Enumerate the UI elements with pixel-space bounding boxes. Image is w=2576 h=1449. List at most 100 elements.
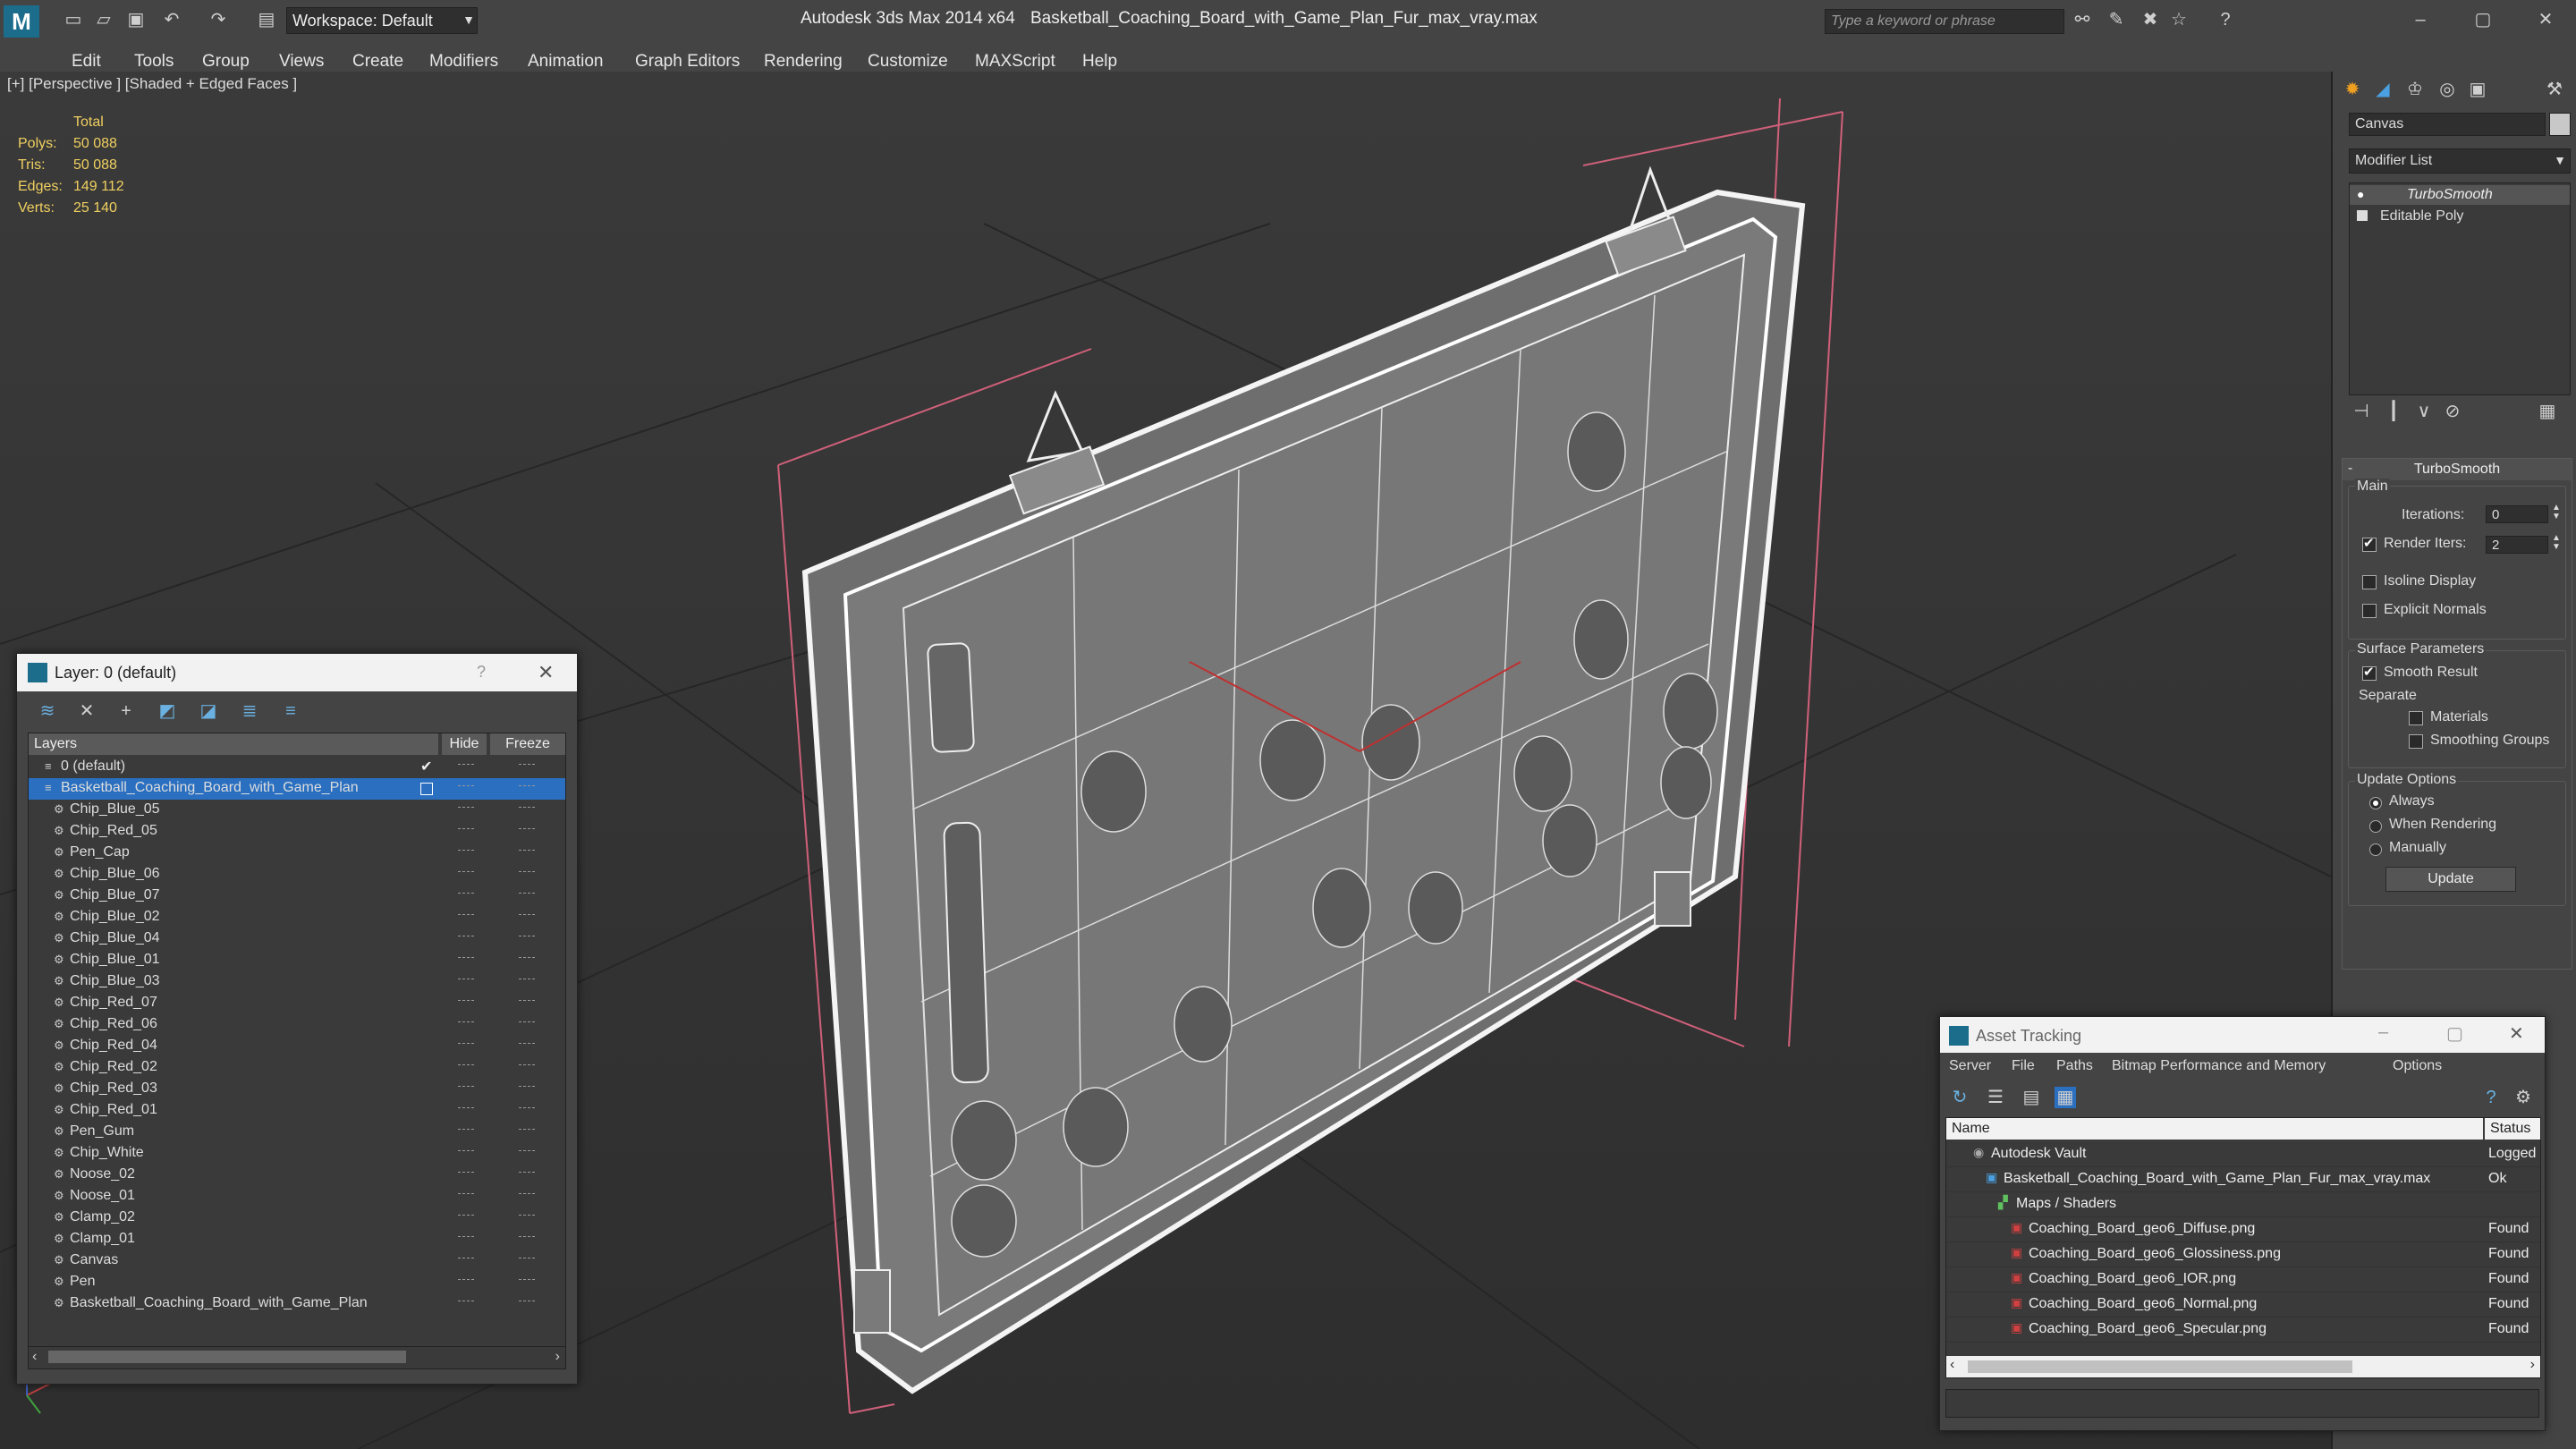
lightbulb-icon[interactable]: ● [2357, 187, 2364, 201]
hide-toggle[interactable] [458, 1021, 474, 1025]
hide-toggle[interactable] [458, 1129, 474, 1132]
menu-group[interactable]: Group [202, 52, 250, 72]
hide-toggle[interactable] [458, 979, 474, 982]
asset-menu-file[interactable]: File [2012, 1058, 2035, 1074]
hide-toggle[interactable] [458, 1193, 474, 1197]
layer-close-icon[interactable]: ✕ [538, 661, 554, 684]
asset-close-icon[interactable]: ✕ [2509, 1022, 2524, 1045]
modifier-stack[interactable]: ● TurboSmooth Editable Poly [2349, 182, 2571, 395]
freeze-toggle[interactable] [519, 807, 535, 810]
display-tab-icon[interactable]: ▣ [2467, 79, 2488, 100]
hide-toggle[interactable] [458, 1172, 474, 1175]
scroll-right-icon[interactable]: › [555, 1349, 560, 1365]
stack-item-turbosmooth[interactable]: ● TurboSmooth [2350, 185, 2570, 205]
hide-toggle[interactable] [458, 1215, 474, 1218]
asset-maximize-icon[interactable]: ▢ [2446, 1022, 2463, 1045]
hide-toggle[interactable] [458, 957, 474, 961]
menu-tools[interactable]: Tools [134, 52, 174, 72]
modify-tab-icon[interactable]: ◢ [2372, 79, 2394, 100]
layer-row[interactable]: ⚙ Chip_Blue_02 [29, 907, 565, 928]
show-end-result-icon[interactable]: ┃ [2383, 401, 2404, 422]
spinner-arrows-icon[interactable]: ▲ ▼ [2552, 504, 2561, 521]
stack-item-editable-poly[interactable]: Editable Poly [2350, 207, 2570, 226]
asset-row[interactable]: ▣ Coaching_Board_geo6_IOR.png Found [1946, 1267, 2540, 1292]
layer-row[interactable]: ⚙ Noose_02 [29, 1165, 565, 1186]
layer-row[interactable]: ⚙ Chip_Red_03 [29, 1079, 565, 1100]
select-objects-icon[interactable]: ◩ [157, 700, 178, 722]
scroll-thumb[interactable] [1968, 1360, 2352, 1373]
create-layer-icon[interactable]: ≋ [37, 700, 58, 722]
list-view-icon[interactable]: ☰ [1985, 1087, 2006, 1108]
motion-tab-icon[interactable]: ◎ [2436, 79, 2458, 100]
hide-toggle[interactable] [458, 764, 474, 767]
scroll-left-icon[interactable]: ‹ [32, 1349, 37, 1365]
asset-col-status-header[interactable]: Status [2485, 1118, 2540, 1140]
layer-row[interactable]: ⚙ Pen_Cap [29, 843, 565, 864]
menu-help[interactable]: Help [1082, 52, 1117, 72]
hide-toggle[interactable] [458, 1064, 474, 1068]
new-file-icon[interactable]: ▭ [63, 9, 84, 30]
render-iters-checkbox[interactable] [2362, 535, 2377, 552]
freeze-toggle[interactable] [519, 914, 535, 918]
app-logo-icon[interactable]: M [4, 5, 39, 38]
freeze-toggle[interactable] [519, 1279, 535, 1283]
undo-icon[interactable]: ↶ [161, 9, 182, 30]
layer-row[interactable]: ⚙ Chip_Red_07 [29, 993, 565, 1014]
favorites-icon[interactable]: ☆ [2168, 9, 2190, 30]
layer-row[interactable]: ⚙ Chip_Blue_05 [29, 800, 565, 821]
layer-row[interactable]: ⚙ Chip_Red_06 [29, 1014, 565, 1036]
scroll-right-icon[interactable]: › [2530, 1357, 2535, 1373]
freeze-toggle[interactable] [519, 1107, 535, 1111]
layer-row[interactable]: ⚙ Chip_Blue_06 [29, 864, 565, 886]
delete-layer-icon[interactable]: ✕ [76, 700, 97, 722]
hide-toggle[interactable] [458, 1150, 474, 1154]
asset-path-field[interactable] [1945, 1389, 2539, 1418]
layer-row[interactable]: ⚙ Chip_Red_02 [29, 1057, 565, 1079]
asset-hscrollbar[interactable]: ‹ › [1946, 1356, 2540, 1377]
subscription-icon[interactable]: ✎ [2106, 9, 2127, 30]
utilities-tab-icon[interactable]: ⚒ [2544, 79, 2565, 100]
freeze-toggle[interactable] [519, 1129, 535, 1132]
update-button[interactable]: Update [2385, 867, 2516, 892]
spinner-arrows-icon[interactable]: ▲ ▼ [2552, 534, 2561, 552]
col-layers-header[interactable]: Layers [29, 733, 438, 755]
freeze-toggle[interactable] [519, 785, 535, 789]
asset-help-icon[interactable]: ? [2480, 1087, 2502, 1108]
asset-row[interactable]: ▣ Coaching_Board_geo6_Normal.png Found [1946, 1292, 2540, 1318]
smoothing-groups-checkbox[interactable] [2409, 734, 2423, 749]
isoline-checkbox[interactable] [2362, 575, 2377, 589]
render-iters-spinner[interactable]: 2 [2486, 536, 2548, 554]
project-folder-icon[interactable]: ▤ [256, 9, 277, 30]
menu-views[interactable]: Views [279, 52, 324, 72]
asset-row[interactable]: ◉ Autodesk Vault Logged [1946, 1141, 2540, 1167]
freeze-toggle[interactable] [519, 1021, 535, 1025]
hide-toggle[interactable] [458, 850, 474, 853]
materials-checkbox[interactable] [2409, 711, 2423, 725]
menu-edit[interactable]: Edit [72, 52, 101, 72]
current-layer-check-icon[interactable]: ✔ [420, 758, 432, 775]
freeze-toggle[interactable] [519, 957, 535, 961]
layer-row[interactable]: ≡ 0 (default) ✔ [29, 757, 565, 778]
manually-radio[interactable] [2369, 843, 2382, 856]
close-icon[interactable]: ✕ [2535, 9, 2556, 30]
freeze-toggle[interactable] [519, 1000, 535, 1004]
layer-row[interactable]: ⚙ Chip_Blue_07 [29, 886, 565, 907]
layer-row[interactable]: ⚙ Pen_Gum [29, 1122, 565, 1143]
freeze-toggle[interactable] [519, 1172, 535, 1175]
hide-toggle[interactable] [458, 785, 474, 789]
hide-toggle[interactable] [458, 1000, 474, 1004]
asset-row[interactable]: ▞ Maps / Shaders [1946, 1191, 2540, 1217]
menu-rendering[interactable]: Rendering [764, 52, 843, 72]
help-icon[interactable]: ? [2215, 9, 2236, 30]
freeze-toggle[interactable] [519, 850, 535, 853]
hide-toggle[interactable] [458, 936, 474, 939]
layer-row[interactable]: ⚙ Clamp_02 [29, 1208, 565, 1229]
hide-toggle[interactable] [458, 828, 474, 832]
hide-toggle[interactable] [458, 1086, 474, 1089]
asset-menu-paths[interactable]: Paths [2056, 1058, 2093, 1074]
layer-row[interactable]: ⚙ Chip_Red_05 [29, 821, 565, 843]
layer-row[interactable]: ⚙ Chip_Red_04 [29, 1036, 565, 1057]
layer-row[interactable]: ⚙ Chip_Red_01 [29, 1100, 565, 1122]
freeze-toggle[interactable] [519, 979, 535, 982]
asset-window-titlebar[interactable]: Asset Tracking – ▢ ✕ [1940, 1017, 2545, 1053]
